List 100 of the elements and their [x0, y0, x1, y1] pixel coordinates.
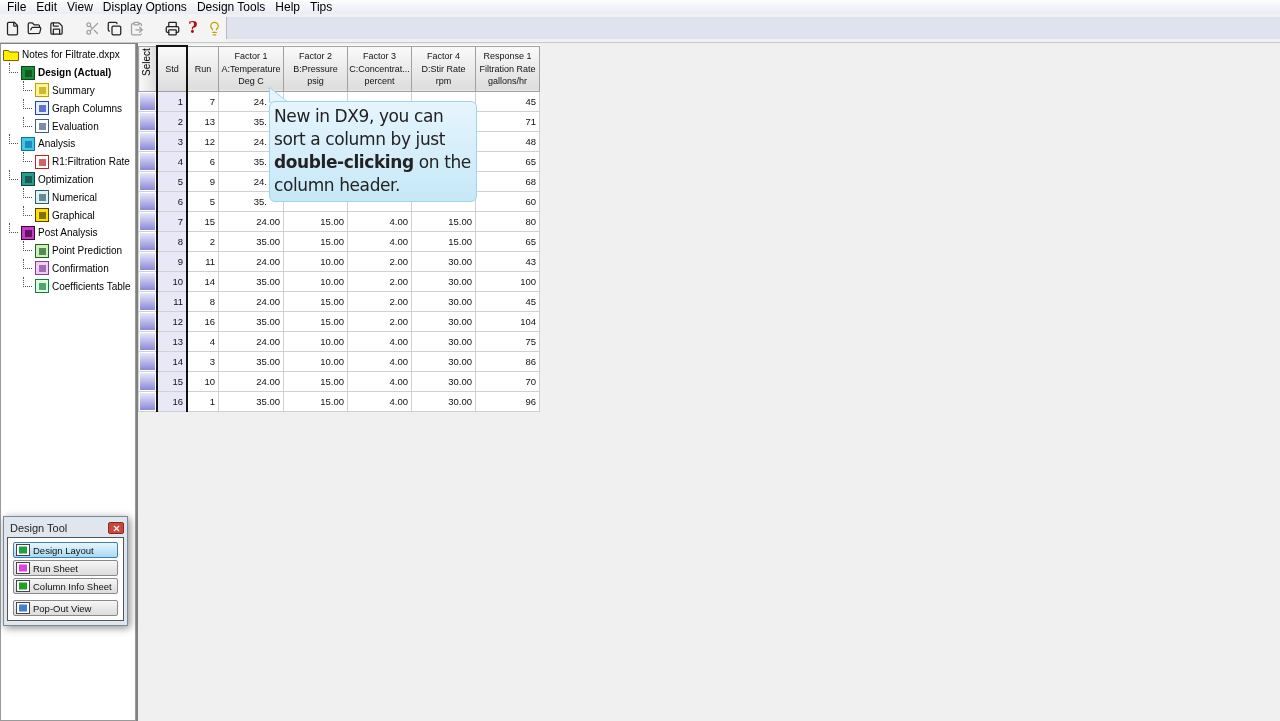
table-cell: 16: [157, 391, 187, 412]
row-select-button[interactable]: [140, 233, 155, 250]
table-cell: 10.00: [320, 336, 344, 347]
tree-item[interactable]: Coefficients Table: [52, 280, 131, 292]
tree-item[interactable]: Confirmation: [52, 262, 109, 274]
menu-item[interactable]: Display Options: [97, 0, 192, 14]
table-cell: 4.00: [389, 396, 408, 407]
row-select-button[interactable]: [140, 333, 155, 350]
tree-item[interactable]: Graphical: [52, 209, 95, 221]
row-select-button[interactable]: [140, 273, 155, 290]
tree-item[interactable]: Point Prediction: [52, 245, 123, 257]
tree-node-icon: [35, 190, 49, 205]
row-select-button[interactable]: [140, 253, 155, 270]
open-folder-icon[interactable]: [26, 20, 42, 36]
tree-node-icon: [35, 279, 49, 294]
tree-node-icon: [35, 83, 49, 98]
menu-item[interactable]: Help: [270, 0, 306, 14]
row-select-button[interactable]: [140, 133, 155, 150]
tree-node-icon: [21, 172, 35, 187]
row-select-button[interactable]: [140, 173, 155, 190]
column-header[interactable]: Run: [187, 46, 219, 92]
row-select-button[interactable]: [140, 353, 155, 370]
tree-item[interactable]: Evaluation: [52, 120, 99, 132]
table-cell: 75: [525, 336, 536, 347]
print-icon[interactable]: [164, 20, 180, 36]
table-cell: 35.: [253, 116, 267, 127]
tree-item[interactable]: Design (Actual): [38, 67, 112, 79]
column-header[interactable]: Factor 4 D:Stir Rate rpm: [411, 46, 476, 92]
row-select-button[interactable]: [140, 313, 155, 330]
table-cell: 10.00: [320, 256, 344, 267]
column-header[interactable]: Std: [157, 46, 187, 92]
table-cell: 65: [525, 236, 536, 247]
copy-icon[interactable]: [106, 20, 122, 36]
tree-item[interactable]: Graph Columns: [52, 102, 123, 114]
table-cell: 30.00: [448, 356, 472, 367]
table-cell: 14: [187, 271, 219, 292]
row-select-button[interactable]: [140, 153, 155, 170]
help-button[interactable]: ?: [186, 20, 200, 36]
table-cell: 24.00: [256, 216, 280, 227]
table-cell: 13: [187, 111, 219, 132]
table-cell: 68: [525, 176, 536, 187]
table-cell: 3: [157, 131, 187, 152]
design-tool-button[interactable]: Design Layout: [13, 542, 118, 558]
menu-item[interactable]: View: [62, 0, 98, 14]
tree-item[interactable]: Analysis: [38, 138, 76, 150]
save-icon[interactable]: [48, 20, 64, 36]
design-tool-button[interactable]: Run Sheet: [13, 560, 118, 576]
table-cell: 15.00: [320, 316, 344, 327]
tree-item[interactable]: Optimization: [38, 173, 94, 185]
menu-item[interactable]: File: [2, 0, 32, 14]
tree-node-icon: [35, 101, 49, 116]
table-cell: 24.00: [256, 376, 280, 387]
row-select-button[interactable]: [140, 213, 155, 230]
table-cell: 30.00: [448, 376, 472, 387]
table-cell: 7: [187, 91, 219, 112]
table-cell: 60: [525, 196, 536, 207]
tree-item[interactable]: Summary: [52, 85, 95, 96]
design-tool-button[interactable]: Column Info Sheet: [13, 578, 118, 594]
view-icon: [16, 580, 30, 592]
table-cell: 15.00: [320, 236, 344, 247]
column-header[interactable]: Factor 2 B:Pressure psig: [283, 46, 348, 92]
table-cell: 6: [157, 191, 187, 212]
table-cell: 35.: [253, 156, 267, 167]
table-cell: 10: [157, 271, 187, 292]
table-cell: 11: [187, 251, 219, 272]
tree-item[interactable]: Notes for Filtrate.dxpx: [22, 49, 120, 61]
table-cell: 65: [525, 156, 536, 167]
table-cell: 2: [187, 231, 219, 252]
row-select-button[interactable]: [140, 113, 155, 130]
design-tool-button[interactable]: Pop-Out View: [13, 600, 118, 616]
row-select-button[interactable]: [140, 393, 155, 410]
table-cell: 24.00: [256, 256, 280, 267]
column-header[interactable]: Response 1 Filtration Rate gallons/hr: [475, 46, 540, 92]
row-select-button[interactable]: [140, 373, 155, 390]
tree-item[interactable]: Numerical: [52, 191, 97, 203]
tree-node-icon: [35, 154, 49, 169]
column-header[interactable]: Factor 3 C:Concentrat... percent: [347, 46, 412, 92]
row-select-button[interactable]: [140, 193, 155, 210]
view-icon: [16, 602, 30, 614]
row-select-button[interactable]: [140, 293, 155, 310]
table-cell: 10: [187, 371, 219, 392]
menu-item[interactable]: Edit: [31, 0, 63, 14]
table-cell: 43: [525, 256, 536, 267]
table-cell: 30.00: [448, 396, 472, 407]
table-cell: 45: [525, 296, 536, 307]
table-cell: 3: [187, 351, 219, 372]
column-header[interactable]: Factor 1 A:Temperature Deg C: [218, 46, 284, 92]
close-button[interactable]: [108, 522, 124, 534]
menu-item[interactable]: Design Tools: [191, 0, 271, 14]
close-icon: [111, 523, 121, 533]
new-file-icon[interactable]: [4, 20, 20, 36]
table-cell: 35.00: [256, 316, 280, 327]
tip-callout: New in DX9, you can sort a column by just double-clicking on the column header.: [269, 101, 477, 202]
table-cell: 6: [187, 151, 219, 172]
row-select-button[interactable]: [140, 93, 155, 110]
view-icon: [16, 562, 30, 574]
menu-item[interactable]: Tips: [305, 0, 338, 14]
tree-item[interactable]: R1:Filtration Rate: [52, 156, 130, 168]
tree-item[interactable]: Post Analysis: [38, 227, 98, 239]
table-cell: 12: [157, 311, 187, 332]
